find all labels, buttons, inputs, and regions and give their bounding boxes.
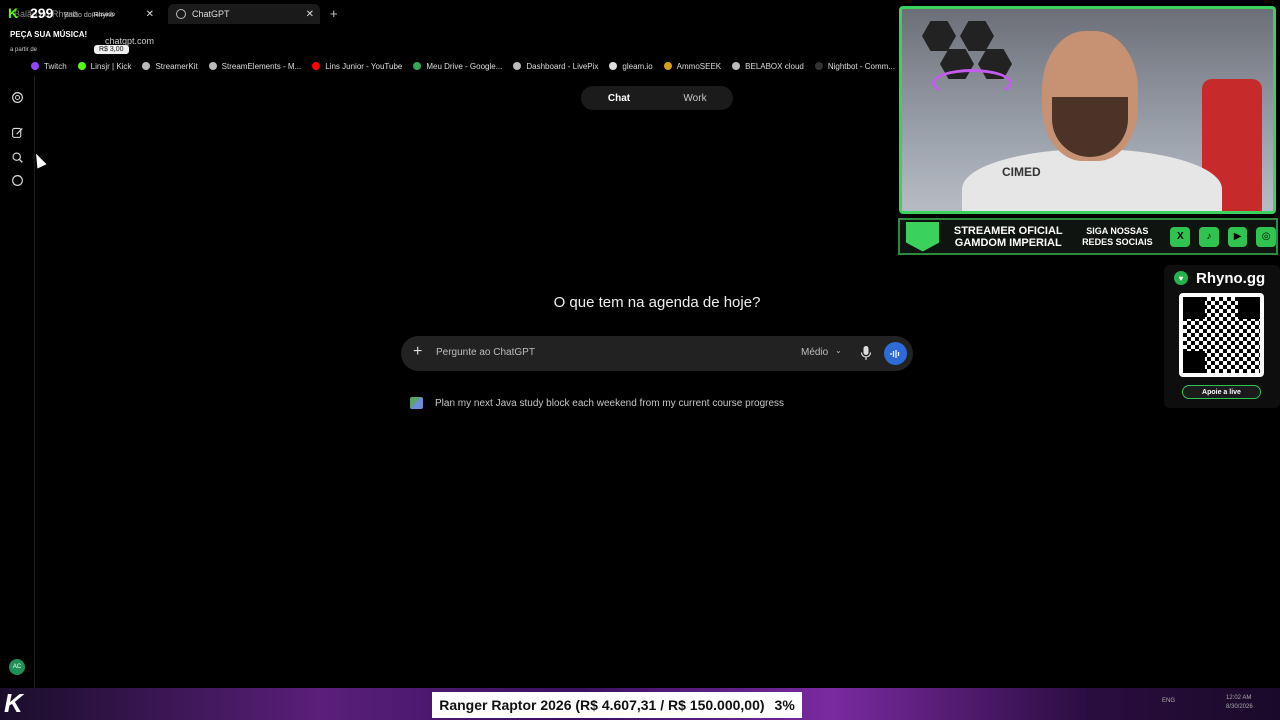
promo-title: PEÇA SUA MÚSICA! [10,30,88,39]
language-indicator[interactable]: ENG [1162,698,1175,704]
banner-line1: STREAMER OFICIAL [953,224,1063,237]
voice-waveform-icon [890,349,900,358]
bookmark-item[interactable]: AmmoSEEK [663,61,722,71]
voice-mode-button[interactable] [884,342,907,365]
prompt-input[interactable]: Pergunte ao ChatGPT [436,347,535,358]
bookmark-item[interactable]: StreamElements - M... [208,61,302,71]
system-clock[interactable]: 12:02 AM 8/30/2026 [1226,694,1253,712]
bookmark-favicon-icon [31,62,39,70]
chevron-down-icon[interactable]: ⌄ [835,346,842,355]
kick-logo-icon: K [8,5,19,21]
bookmark-label: gleam.io [622,61,653,71]
donation-panel: ♥ Rhyno.gg Apoie a live [1164,265,1280,408]
tab-label: ChatGPT [192,9,230,19]
bookmark-favicon-icon [732,62,741,70]
x-twitter-icon: X [1170,226,1191,247]
bookmark-label: StreamElements - M... [221,61,302,71]
bookmark-favicon-icon [513,62,522,70]
composer[interactable]: + Pergunte ao ChatGPT Médio ⌄ [401,336,913,371]
suggestion-text: Plan my next Java study block each weeke… [435,397,785,409]
bookmark-item[interactable]: gleam.io [609,61,653,71]
promo-price: R$ 3,00 [94,45,129,54]
shirt-text: CIMED [1002,165,1041,179]
bookmark-label: Meu Drive - Google... [426,61,503,71]
tab-work[interactable]: Work [657,86,733,110]
bookmark-favicon-icon [413,62,422,70]
tab-chatgpt[interactable]: ChatGPT ✕ [168,4,320,24]
banner-social-line2: REDES SOCIAIS [1082,236,1153,247]
bookmark-favicon-icon [77,62,86,70]
bookmark-item[interactable]: Nightbot - Comm... [814,61,895,71]
chatgpt-favicon-icon [176,9,186,19]
bookmark-favicon-icon [142,62,151,70]
donation-goal: Ranger Raptor 2026 (R$ 4.607,31 / R$ 150… [432,692,802,718]
bookmark-item[interactable]: Linsjr | Kick [77,61,132,71]
bookmark-favicon-icon [663,62,672,70]
bookmark-favicon-icon [609,62,618,70]
banner-social-line1: SIGA NOSSAS [1086,225,1149,236]
bookmark-label: BELABOX cloud [745,61,804,71]
avatar[interactable]: AC [9,659,25,675]
stream-status: pausado [92,12,116,18]
close-tab-icon[interactable]: ✕ [306,9,314,20]
new-tab-button[interactable]: + [330,6,338,21]
bookmark-label: Linsjr | Kick [90,61,132,71]
banner-sponsor-text: STREAMER OFICIAL GAMDOM IMPERIAL [949,225,1067,249]
kick-overlay: K 299 Balão do Rhyno pausado PEÇA SUA MÚ… [4,2,154,60]
openai-logo-icon[interactable] [11,91,24,104]
bookmark-item[interactable]: Dashboard - LivePix [513,62,598,71]
bookmark-item[interactable]: StreamerKit [142,61,198,71]
bookmark-label: Lins Junior - YouTube [325,61,403,71]
microphone-icon[interactable] [860,345,872,361]
viewer-count: 299 [30,5,54,21]
banner-line2: GAMDOM IMPERIAL [954,236,1062,249]
bookmark-label: StreamerKit [155,61,198,71]
suggestion-item[interactable]: Plan my next Java study block each weeke… [410,397,784,409]
attach-plus-icon[interactable]: + [413,343,422,361]
neon-light [932,69,1012,97]
page-title: O que tem na agenda de hoje? [553,294,761,311]
promo-subtitle: a partir de [10,47,38,53]
search-icon[interactable] [11,151,24,164]
instagram-icon: ◎ [1256,226,1276,247]
bookmark-label: AmmoSEEK [676,61,722,71]
kick-k-logo-icon: K [4,688,23,718]
bookmark-favicon-icon [208,62,217,70]
tiktok-icon: ♪ [1199,226,1219,247]
bookmark-favicon-icon [814,62,823,70]
goal-text: Ranger Raptor 2026 (R$ 4.607,31 / R$ 150… [439,697,765,713]
wall-decor [960,21,994,51]
clock-date: 8/30/2026 [1226,704,1253,710]
tab-chat[interactable]: Chat [581,86,657,110]
gamdom-logo-icon [906,221,940,252]
qr-code [1179,293,1264,377]
bookmark-label: Twitch [44,61,67,71]
goal-percent: 3% [774,697,795,713]
bookmark-label: Dashboard - LivePix [526,61,599,71]
banner-social-text: SIGA NOSSAS REDES SOCIAIS [1073,226,1161,248]
suggestion-icon [410,397,423,409]
bookmark-item[interactable]: Twitch [31,62,67,71]
bookmark-favicon-icon [312,62,321,70]
model-selector[interactable]: Médio [801,347,828,358]
clock-time: 12:02 AM [1226,695,1252,701]
sponsor-banner: STREAMER OFICIAL GAMDOM IMPERIAL SIGA NO… [898,218,1278,255]
donation-title: Rhyno.gg [1196,270,1266,287]
new-chat-icon[interactable] [11,126,24,139]
chats-icon[interactable] [11,174,24,187]
chatgpt-sidebar: AC [0,76,35,688]
bookmark-label: Nightbot - Comm... [827,61,895,71]
bookmark-item[interactable]: Lins Junior - YouTube [312,62,402,71]
youtube-icon: ▶ [1227,226,1248,247]
heart-icon: ♥ [1174,271,1188,285]
wall-decor [922,21,956,51]
bookmark-item[interactable]: Meu Drive - Google... [413,62,502,71]
support-button: Apoie a live [1182,385,1261,399]
mode-toggle: Chat Work [581,86,733,110]
webcam-feed: CIMED [899,6,1276,214]
bookmark-item[interactable]: BELABOX cloud [732,62,804,71]
